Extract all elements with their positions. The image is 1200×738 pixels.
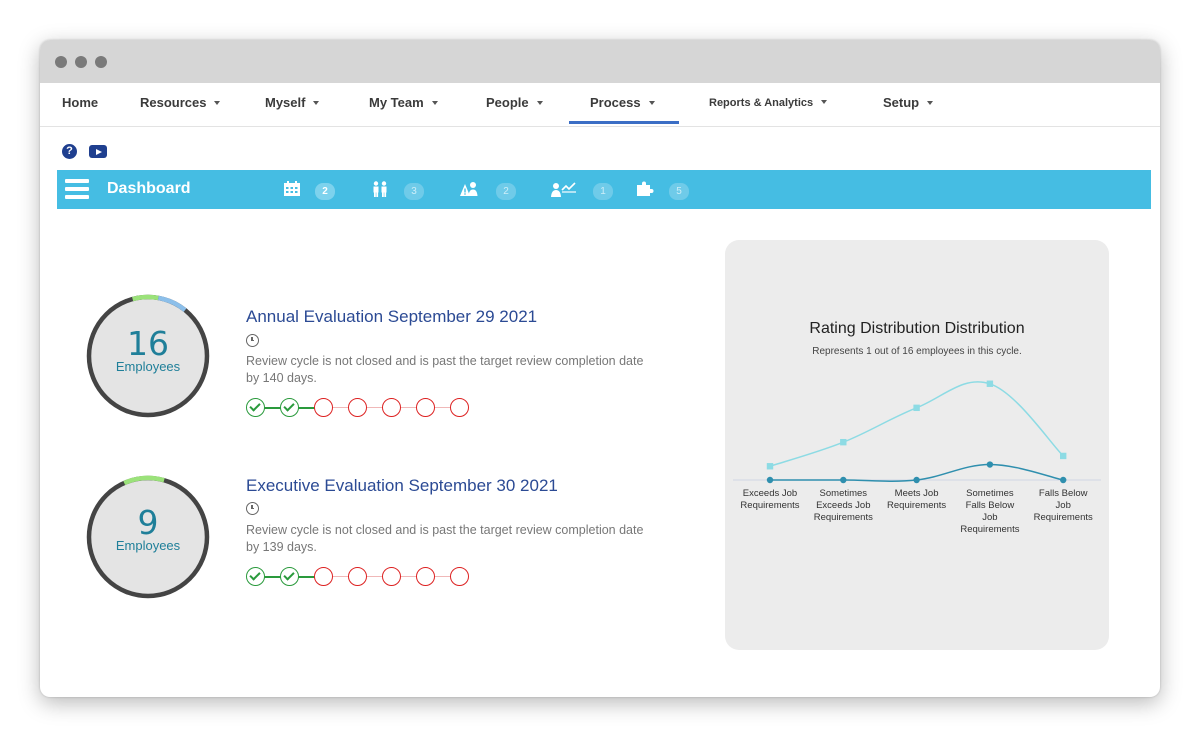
x-tick-label: Exceeds Job Requirements	[740, 488, 799, 511]
question-circle-icon[interactable]: ?	[62, 144, 77, 159]
data-point[interactable]	[1060, 476, 1067, 484]
step-complete-check-icon[interactable]	[280, 567, 299, 586]
person-chart-icon[interactable]	[551, 181, 577, 197]
rating-distribution-card: Rating Distribution Distribution Represe…	[725, 240, 1109, 650]
data-point[interactable]	[1060, 452, 1067, 460]
cycle-progress-steps	[246, 398, 476, 418]
nav-resources[interactable]: Resources	[140, 83, 221, 127]
nav-home[interactable]: Home	[62, 83, 98, 127]
nav-reports-analytics[interactable]: Reports & Analytics	[709, 83, 828, 127]
x-tick-label: Falls Below Job Requirements	[1034, 488, 1093, 523]
cycle-progress-steps	[246, 567, 476, 587]
step-connector	[434, 407, 451, 408]
puzzle-icon[interactable]	[636, 181, 654, 197]
clock-icon	[246, 502, 259, 515]
window-titlebar	[40, 40, 1160, 83]
people-icon[interactable]	[371, 181, 389, 197]
chevron-down-icon	[927, 100, 934, 105]
step-pending-circle-icon[interactable]	[314, 398, 333, 417]
step-connector	[332, 407, 349, 408]
nav-myself[interactable]: Myself	[265, 83, 320, 127]
nav-active-indicator	[569, 121, 679, 124]
data-point[interactable]	[986, 380, 994, 387]
hamburger-menu-icon[interactable]	[65, 179, 89, 199]
step-complete-check-icon[interactable]	[246, 398, 265, 417]
step-connector	[400, 576, 417, 577]
data-point[interactable]	[766, 476, 774, 484]
step-connector	[366, 407, 383, 408]
data-point[interactable]	[986, 461, 994, 468]
nav-my-team[interactable]: My Team	[369, 83, 438, 127]
x-tick-label: Meets Job Requirements	[887, 488, 946, 511]
chevron-down-icon	[214, 100, 221, 105]
data-point[interactable]	[766, 463, 774, 470]
step-pending-circle-icon[interactable]	[450, 398, 469, 417]
chevron-down-icon	[648, 100, 655, 105]
dashboard-title: Dashboard	[107, 180, 191, 197]
chevron-down-icon	[821, 100, 828, 105]
chevron-down-icon	[313, 100, 320, 105]
step-connector	[366, 576, 383, 577]
nav-people[interactable]: People	[486, 83, 543, 127]
step-pending-circle-icon[interactable]	[416, 398, 435, 417]
cycle-status-text: Review cycle is not closed and is past t…	[246, 523, 644, 554]
step-connector	[298, 576, 315, 578]
step-pending-circle-icon[interactable]	[382, 398, 401, 417]
chevron-down-icon	[536, 100, 543, 105]
people-count-badge[interactable]: 3	[404, 183, 424, 200]
employee-count-label: Employees	[115, 359, 181, 374]
step-pending-circle-icon[interactable]	[348, 398, 367, 417]
step-connector	[264, 576, 281, 578]
step-pending-circle-icon[interactable]	[450, 567, 469, 586]
step-connector	[332, 576, 349, 577]
warning-count-badge[interactable]: 2	[496, 183, 516, 200]
data-point[interactable]	[913, 404, 920, 412]
employee-count: 16	[127, 324, 169, 363]
clock-icon	[246, 334, 259, 347]
x-tick-label: Sometimes Exceeds Job Requirements	[814, 488, 873, 523]
step-connector	[264, 407, 281, 409]
step-connector	[434, 576, 451, 577]
data-point[interactable]	[840, 476, 847, 484]
puzzle-count-badge[interactable]: 5	[669, 183, 689, 200]
step-pending-circle-icon[interactable]	[348, 567, 367, 586]
step-pending-circle-icon[interactable]	[314, 567, 333, 586]
warning-person-icon[interactable]	[460, 181, 478, 197]
step-connector	[298, 407, 315, 409]
x-tick-label: Sometimes Falls Below Job Requirements	[960, 488, 1019, 535]
nav-setup[interactable]: Setup	[883, 83, 934, 127]
dashboard-bar: Dashboard 2 3 2 1 5	[57, 170, 1151, 209]
window-maximize-button[interactable]	[95, 56, 107, 68]
step-pending-circle-icon[interactable]	[382, 567, 401, 586]
cycle-title-link[interactable]: Annual Evaluation September 29 2021	[246, 307, 537, 327]
rating-distribution-chart: Exceeds Job Requirements Sometimes Exceeds …	[733, 380, 1101, 535]
browser-window: Home Resources Myself My Team People Pro…	[40, 40, 1160, 697]
window-close-button[interactable]	[55, 56, 67, 68]
window-minimize-button[interactable]	[75, 56, 87, 68]
step-complete-check-icon[interactable]	[280, 398, 299, 417]
data-point[interactable]	[840, 438, 847, 446]
step-complete-check-icon[interactable]	[246, 567, 265, 586]
chevron-down-icon	[431, 100, 438, 105]
data-point[interactable]	[913, 476, 920, 484]
youtube-icon[interactable]	[89, 145, 107, 158]
step-pending-circle-icon[interactable]	[416, 567, 435, 586]
employee-count-label: Employees	[115, 538, 181, 553]
step-connector	[400, 407, 417, 408]
series-line-0	[769, 381, 1064, 467]
calendar-icon[interactable]	[283, 181, 301, 197]
main-nav: Home Resources Myself My Team People Pro…	[40, 83, 1160, 127]
cycle-title-link[interactable]: Executive Evaluation September 30 2021	[246, 476, 558, 496]
calendar-count-badge[interactable]: 2	[315, 183, 335, 200]
employee-count: 9	[137, 503, 159, 542]
cycle-status-text: Review cycle is not closed and is past t…	[246, 354, 644, 385]
analytics-count-badge[interactable]: 1	[593, 183, 613, 200]
